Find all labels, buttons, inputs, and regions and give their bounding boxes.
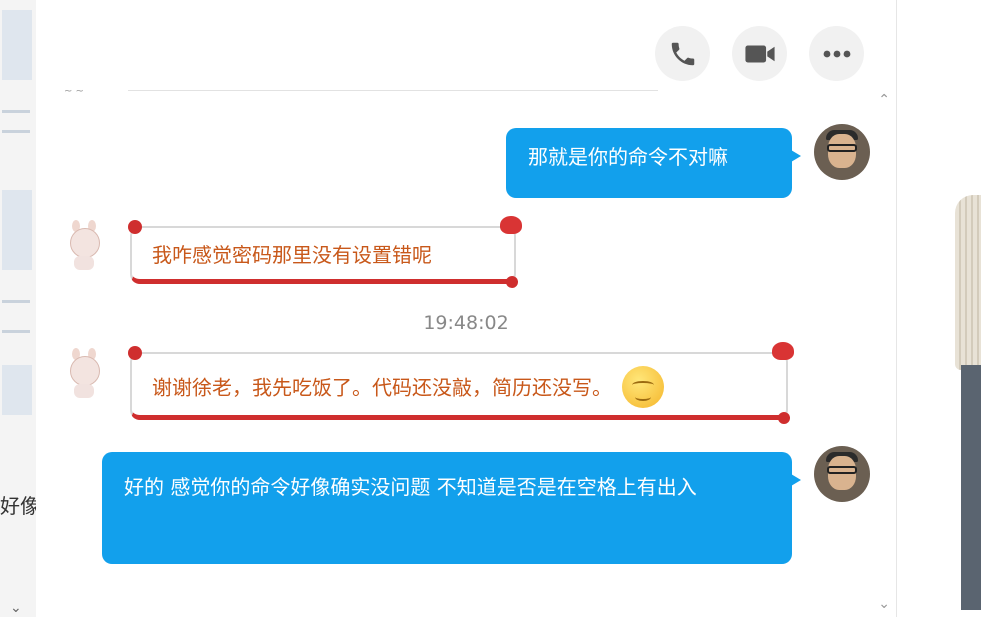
background-line bbox=[2, 300, 30, 303]
avatar-glasses bbox=[827, 144, 857, 152]
bubble-decoration bbox=[506, 276, 518, 288]
bubble-decoration bbox=[772, 342, 794, 360]
message-timestamp: 19:48:02 bbox=[423, 312, 509, 334]
bubble-decoration bbox=[500, 216, 522, 234]
message-text: 好的 感觉你的命令好像确实没问题 不知道是否是在空格上有出入 bbox=[124, 475, 697, 499]
background-window-left[interactable]: 好像 ⌄ bbox=[0, 0, 40, 617]
bubble-decoration bbox=[128, 346, 142, 360]
avatar[interactable] bbox=[814, 124, 870, 180]
voice-call-button[interactable] bbox=[655, 26, 710, 81]
message-bubble-outgoing[interactable]: 那就是你的命令不对嘛 bbox=[506, 128, 801, 198]
character-illustration bbox=[947, 190, 981, 617]
video-call-button[interactable] bbox=[732, 26, 787, 81]
avatar[interactable] bbox=[64, 348, 104, 400]
bubble-decoration bbox=[128, 220, 142, 234]
character-pants bbox=[961, 365, 981, 610]
history-marker: ~ ~ bbox=[64, 86, 84, 97]
screen: 好像 ⌄ ~ ~ ⌃ 那就是你的命令不对嘛 我咋感觉密码那里没有设置错呢 19:… bbox=[0, 0, 981, 617]
background-line bbox=[2, 110, 30, 113]
more-icon bbox=[823, 50, 850, 57]
phone-icon bbox=[671, 42, 694, 65]
background-panel bbox=[2, 10, 32, 80]
message-bubble-incoming[interactable]: 谢谢徐老，我先吃饭了。代码还没敲，简历还没写。 bbox=[128, 342, 794, 424]
avatar-glasses bbox=[827, 466, 857, 474]
background-panel bbox=[2, 190, 32, 270]
background-line bbox=[2, 330, 30, 333]
chat-side-panel bbox=[896, 0, 981, 617]
chat-window: ~ ~ ⌃ 那就是你的命令不对嘛 我咋感觉密码那里没有设置错呢 19:48:02 bbox=[36, 0, 896, 617]
chat-actions bbox=[655, 26, 864, 81]
message-text: 那就是你的命令不对嘛 bbox=[528, 145, 728, 169]
bubble-decoration bbox=[778, 412, 790, 424]
smile-emoji-icon bbox=[622, 366, 664, 408]
character-shirt bbox=[955, 195, 981, 370]
chevron-down-icon[interactable]: ⌄ bbox=[10, 600, 22, 616]
avatar-body bbox=[74, 384, 94, 398]
background-panel bbox=[2, 365, 32, 415]
message-text: 谢谢徐老，我先吃饭了。代码还没敲，简历还没写。 bbox=[152, 375, 612, 400]
scroll-down-icon[interactable]: ⌄ bbox=[878, 596, 890, 612]
avatar-body bbox=[74, 256, 94, 270]
message-bubble-outgoing[interactable]: 好的 感觉你的命令好像确实没问题 不知道是否是在空格上有出入 bbox=[102, 452, 801, 564]
video-camera-icon bbox=[744, 45, 775, 62]
background-line bbox=[2, 130, 30, 133]
avatar-head bbox=[70, 228, 100, 258]
avatar[interactable] bbox=[814, 446, 870, 502]
background-partial-text: 好像 bbox=[0, 494, 40, 518]
history-divider bbox=[128, 90, 658, 91]
more-options-button[interactable] bbox=[809, 26, 864, 81]
avatar[interactable] bbox=[64, 220, 104, 272]
avatar-head bbox=[70, 356, 100, 386]
message-bubble-incoming[interactable]: 我咋感觉密码那里没有设置错呢 bbox=[128, 216, 522, 288]
message-text: 我咋感觉密码那里没有设置错呢 bbox=[152, 243, 432, 267]
scroll-up-icon[interactable]: ⌃ bbox=[878, 92, 890, 108]
